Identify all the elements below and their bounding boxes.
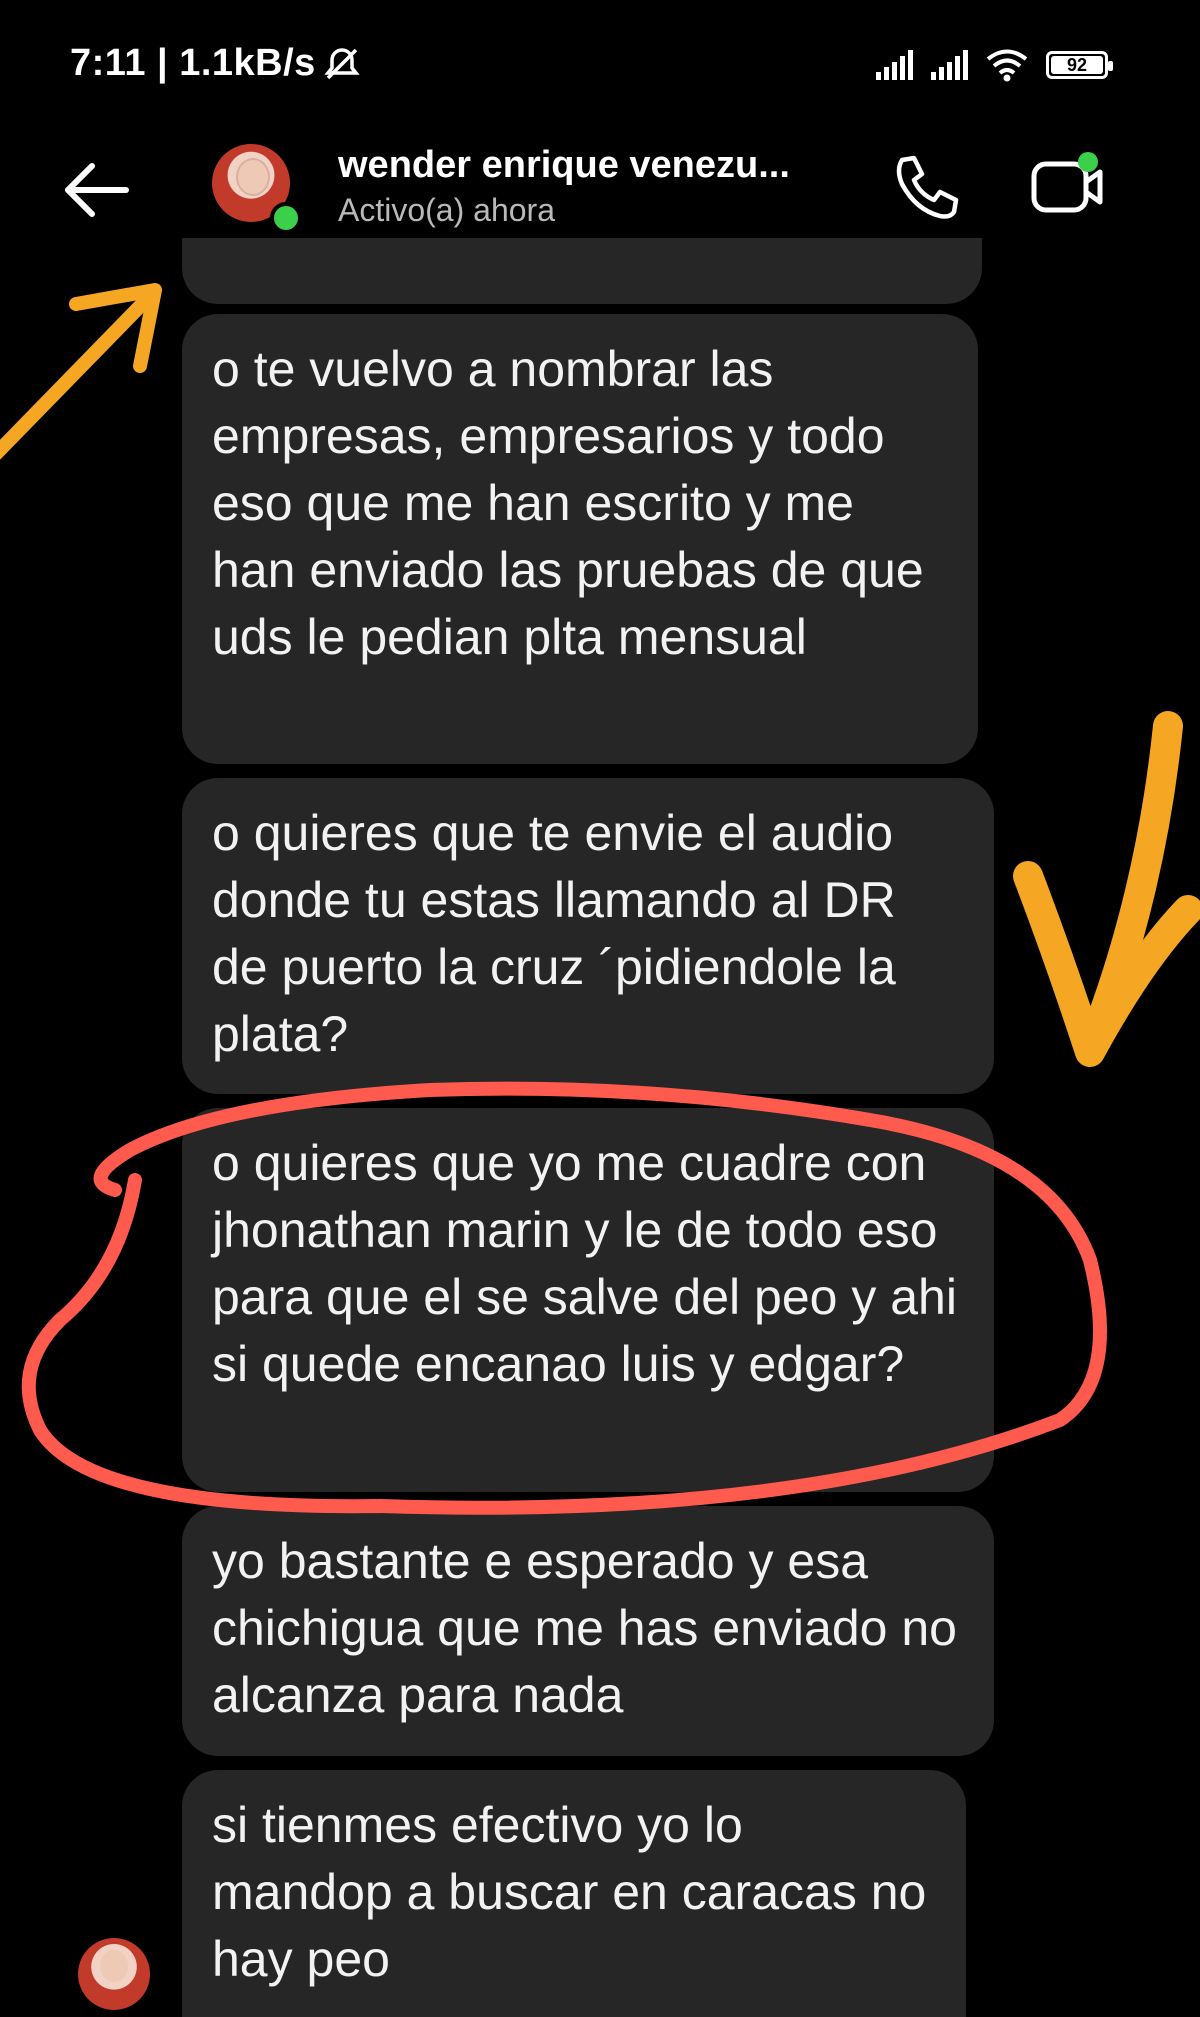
message-text: o te vuelvo a nombrar las empresas, empr… (212, 341, 924, 665)
message-text: o quieres que te envie el audio donde tu… (212, 805, 896, 1062)
previous-message-bubble (182, 238, 982, 304)
orange-arrow-right (1013, 711, 1200, 1067)
wifi-icon (986, 49, 1028, 82)
status-bar: 7:11 | 1.1kB/s 92 (0, 0, 1200, 120)
battery-level: 92 (1066, 54, 1088, 75)
message-text: o quieres que yo me cuadre con jhonathan… (212, 1135, 957, 1392)
video-call-icon[interactable] (1030, 148, 1106, 224)
orange-arrow-top-left (0, 283, 162, 460)
phone-icon[interactable] (888, 150, 960, 222)
status-time: 7:11 | 1.1kB/s (70, 42, 316, 84)
contact-name[interactable]: wender enrique venezu... (338, 144, 790, 187)
message-bubble: yo bastante e esperado y esa chichigua q… (182, 1506, 994, 1756)
message-bubble: o te vuelvo a nombrar las empresas, empr… (182, 314, 978, 764)
mute-icon (324, 48, 360, 80)
chat-header: wender enrique venezu... Activo(a) ahora (0, 130, 1200, 250)
battery-icon: 92 (1046, 51, 1113, 79)
online-indicator (270, 202, 302, 234)
sender-avatar[interactable] (78, 1938, 150, 2010)
message-bubble: o quieres que yo me cuadre con jhonathan… (182, 1108, 994, 1492)
status-icons: 92 (876, 48, 1113, 82)
message-bubble: si tienmes efectivo yo lo mandop a busca… (182, 1770, 966, 2017)
message-bubble: o quieres que te envie el audio donde tu… (182, 778, 994, 1094)
signal-icon (876, 50, 913, 80)
back-arrow-icon[interactable] (62, 160, 132, 220)
signal-icon-2 (931, 50, 968, 80)
message-text: yo bastante e esperado y esa chichigua q… (212, 1533, 957, 1723)
message-text: si tienmes efectivo yo lo mandop a busca… (212, 1797, 927, 1987)
contact-status: Activo(a) ahora (338, 192, 555, 228)
